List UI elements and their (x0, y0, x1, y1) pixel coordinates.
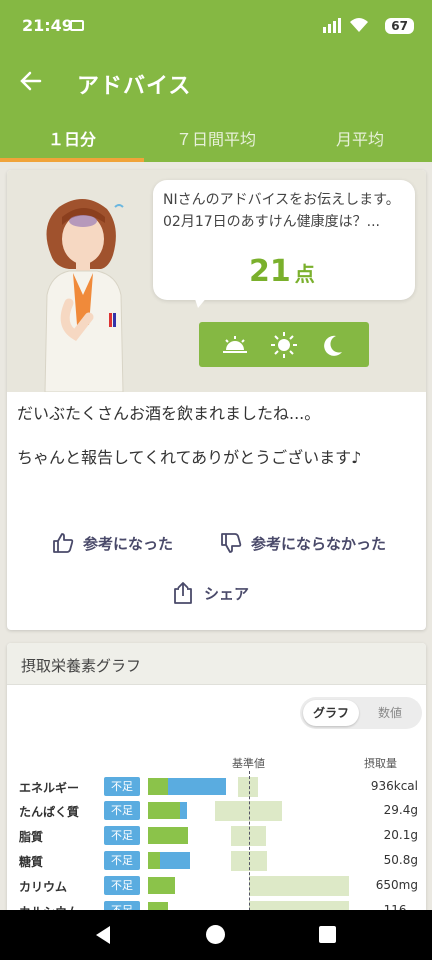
advice-message-line: だいぶたくさんお酒を飲まれましたね...。 (17, 404, 321, 423)
thumbs-down-icon (221, 533, 242, 553)
wifi-icon (350, 18, 368, 32)
intake-bar-blue (168, 778, 226, 795)
intake-column-header: 摂取量 (364, 757, 397, 770)
sun-icon[interactable] (269, 330, 299, 360)
advice-header: NIさんのアドバイスをお伝えします。02月17日のあすけん健康度は？... 21… (7, 170, 426, 392)
helpful-button[interactable]: 参考になった (51, 531, 173, 555)
app-bar: アドバイス (0, 52, 432, 112)
share-button[interactable]: シェア (172, 581, 249, 605)
share-label: シェア (204, 584, 250, 603)
tab-weekly-average[interactable]: ７日間平均 (144, 112, 288, 162)
sunrise-icon[interactable] (220, 330, 250, 360)
back-arrow-icon[interactable] (16, 66, 46, 96)
intake-bar-green (148, 778, 168, 795)
intake-bar (148, 852, 190, 869)
nutrient-graph-title: 摂取栄養素グラフ (7, 643, 426, 685)
deficit-badge: 不足 (104, 826, 140, 845)
intake-bar-green (148, 827, 188, 844)
period-tabs: １日分 ７日間平均 月平均 (0, 112, 432, 162)
nutrient-graph-card: 摂取栄養素グラフ グラフ 数値 基準値 摂取量 エネルギー 不足 936kcal たん… (7, 643, 426, 933)
advice-message: だいぶたくさんお酒を飲まれましたね...。 ちゃんと報告してくれてありがとうござ… (17, 402, 361, 490)
nutrient-label: 脂質 (19, 830, 44, 844)
meal-time-selector (199, 322, 369, 367)
intake-bar (148, 802, 187, 819)
advisor-character-illustration (44, 198, 124, 392)
graph-value-toggle: グラフ 数値 (300, 697, 422, 729)
toggle-graph[interactable]: グラフ (303, 700, 359, 726)
advice-card: NIさんのアドバイスをお伝えします。02月17日のあすけん健康度は？... 21… (7, 170, 426, 630)
health-score-unit: 点 (294, 262, 315, 286)
basis-reference-line (249, 771, 250, 933)
deficit-badge: 不足 (104, 801, 140, 820)
advice-message-line: ちゃんと報告してくれてありがとうございます♪ (17, 448, 362, 467)
nav-recents-icon[interactable] (319, 926, 336, 943)
advice-intro-text: NIさんのアドバイスをお伝えします。02月17日のあすけん健康度は？... (163, 192, 400, 230)
health-score: 21 点 (249, 254, 315, 289)
basis-column-header: 基準値 (232, 757, 265, 770)
nutrient-row: 脂質 不足 20.1g (7, 826, 426, 846)
intake-bar-blue (160, 852, 190, 869)
deficit-badge: 不足 (104, 876, 140, 895)
nutrient-row: 糖質 不足 50.8g (7, 851, 426, 871)
nutrient-label: エネルギー (19, 781, 80, 795)
battery-indicator: 67 (385, 18, 414, 34)
status-time: 21:49 (22, 16, 73, 35)
thumbs-up-icon (53, 533, 74, 553)
nutrient-row: たんぱく質 不足 29.4g (7, 801, 426, 821)
nutrient-label: 糖質 (19, 855, 44, 869)
intake-bar (148, 778, 226, 795)
toggle-values[interactable]: 数値 (362, 700, 418, 726)
bubble-tail (194, 296, 208, 308)
system-navigation-bar (0, 910, 432, 960)
tab-daily[interactable]: １日分 (0, 112, 144, 162)
not-helpful-button[interactable]: 参考にならなかった (219, 531, 386, 555)
signal-icon (323, 18, 341, 33)
intake-bar (148, 827, 188, 844)
nutrient-intake-value: 936kcal (370, 779, 418, 793)
intake-bar (148, 877, 175, 894)
intake-bar-blue (180, 802, 187, 819)
helpful-label: 参考になった (83, 534, 174, 553)
intake-bar-green (148, 852, 160, 869)
nav-home-icon[interactable] (206, 925, 225, 944)
nutrient-intake-value: 50.8g (383, 853, 418, 867)
deficit-badge: 不足 (104, 851, 140, 870)
nutrient-reference-range (238, 777, 258, 797)
status-bar: 21:49 67 (0, 0, 432, 52)
nutrient-intake-value: 650mg (375, 878, 418, 892)
not-helpful-label: 参考にならなかった (251, 534, 387, 553)
advice-speech-bubble: NIさんのアドバイスをお伝えします。02月17日のあすけん健康度は？... 21… (153, 180, 415, 300)
nutrient-label: たんぱく質 (19, 805, 80, 819)
tab-monthly-average[interactable]: 月平均 (288, 112, 432, 162)
page-title: アドバイス (77, 74, 192, 99)
intake-bar-green (148, 802, 180, 819)
moon-icon[interactable] (318, 330, 348, 360)
notification-icon (70, 20, 84, 31)
nutrient-label: カリウム (19, 880, 68, 894)
share-icon (174, 582, 192, 604)
nutrient-intake-value: 29.4g (383, 803, 418, 817)
nav-back-icon[interactable] (94, 925, 112, 945)
nutrient-intake-value: 20.1g (383, 828, 418, 842)
intake-bar-green (148, 877, 175, 894)
nutrient-reference-range (249, 876, 349, 896)
deficit-badge: 不足 (104, 777, 140, 796)
nutrient-row: エネルギー 不足 936kcal (7, 777, 426, 797)
nutrient-row: カリウム 不足 650mg (7, 876, 426, 896)
health-score-value: 21 (249, 254, 291, 289)
